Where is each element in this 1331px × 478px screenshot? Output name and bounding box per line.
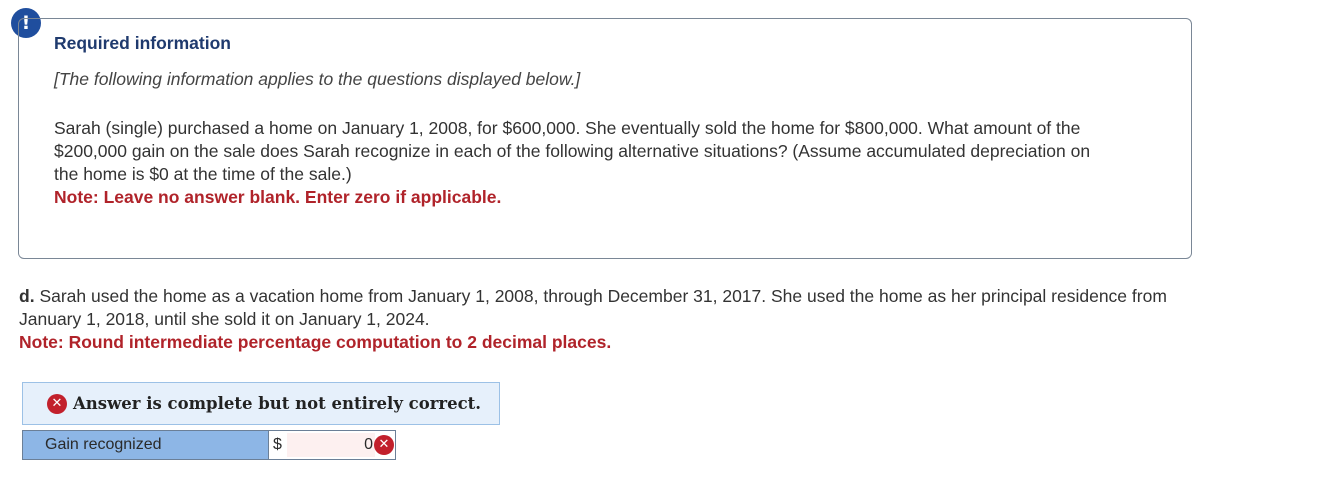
answer-status-bar: ✕ Answer is complete but not entirely co…	[22, 382, 500, 425]
info-note: Note: Leave no answer blank. Enter zero …	[54, 187, 502, 207]
info-body: Sarah (single) purchased a home on Janua…	[54, 117, 1114, 209]
gain-recognized-input[interactable]	[287, 433, 375, 457]
answer-status-text: Answer is complete but not entirely corr…	[73, 394, 481, 413]
x-circle-icon: ✕	[47, 393, 67, 414]
question-d: d. Sarah used the home as a vacation hom…	[19, 285, 1179, 354]
info-intro: [The following information applies to th…	[54, 69, 581, 89]
answer-table: Gain recognized $ ✕	[22, 430, 396, 460]
question-letter: d.	[19, 286, 35, 306]
question-text: Sarah used the home as a vacation home f…	[19, 286, 1167, 329]
currency-symbol: $	[273, 436, 282, 453]
question-note: Note: Round intermediate percentage comp…	[19, 332, 612, 352]
incorrect-icon: ✕	[374, 435, 394, 455]
gain-recognized-label: Gain recognized	[23, 431, 269, 459]
scenario-text: Sarah (single) purchased a home on Janua…	[54, 118, 1091, 184]
gain-recognized-cell: $ ✕	[269, 431, 395, 459]
info-title: Required information	[54, 33, 231, 53]
